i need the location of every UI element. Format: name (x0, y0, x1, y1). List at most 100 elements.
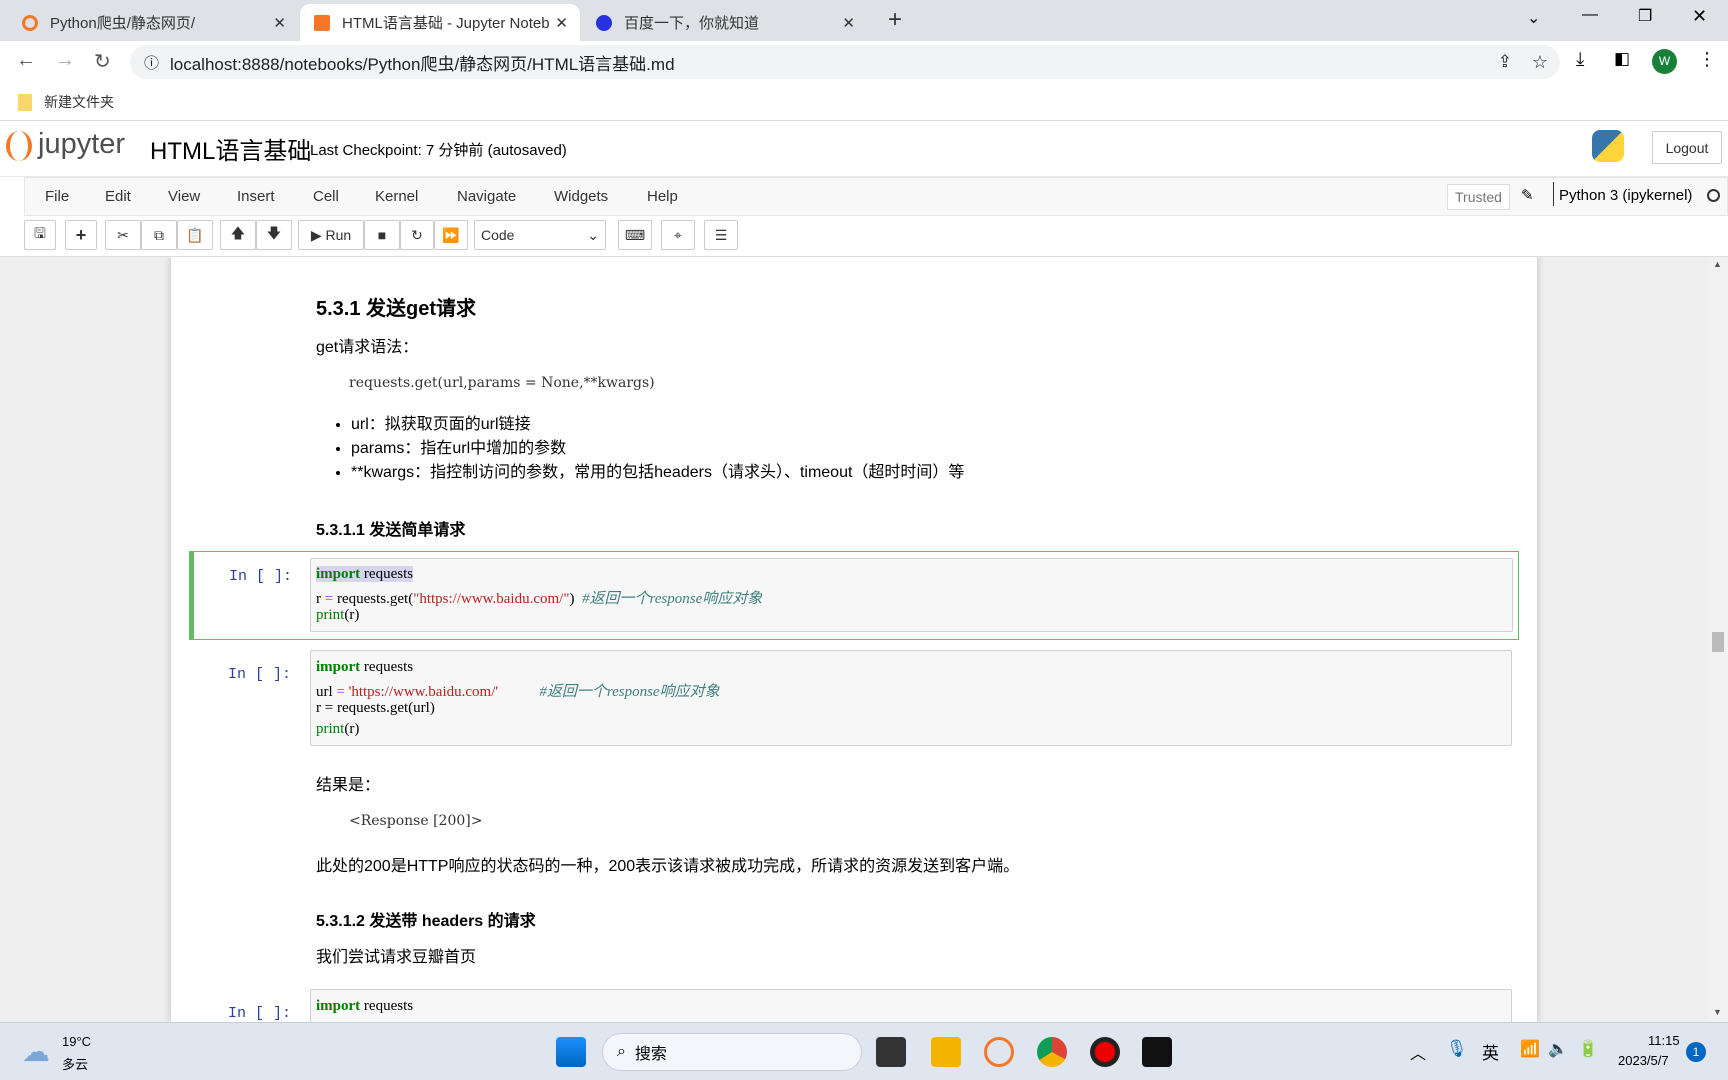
menu-widgets[interactable]: Widgets (554, 188, 608, 205)
notebook-area: 5.3.1 发送get请求 get请求语法： requests.get(url,… (0, 257, 1708, 1022)
recorder-icon[interactable] (1090, 1037, 1120, 1067)
back-icon[interactable]: ← (16, 49, 36, 72)
clock-time[interactable]: 11:15 (1648, 1033, 1680, 1048)
code-cell-selected[interactable]: In [ ]: import requests r = requests.get… (189, 551, 1519, 640)
python-logo-icon (1592, 130, 1624, 162)
paste-icon[interactable]: 📋 (177, 220, 213, 250)
menu-icon[interactable]: ⋮ (1698, 49, 1716, 70)
tab-html-notebook[interactable]: HTML语言基础 - Jupyter Noteb ✕ (300, 4, 580, 41)
code-cell[interactable]: In [ ]: import requests (171, 989, 1537, 1022)
cut-icon[interactable]: ✂ (105, 220, 141, 250)
interrupt-icon[interactable]: ■ (364, 220, 400, 250)
address-bar-row: ← → ↻ ⓘ localhost:8888/notebooks/Python爬虫… (0, 41, 1728, 83)
menu-file[interactable]: File (45, 188, 69, 205)
jupyter-logo-icon[interactable] (6, 131, 32, 161)
notebook-title[interactable]: HTML语言基础 (150, 131, 311, 166)
terminal-icon[interactable] (1142, 1037, 1172, 1067)
close-tab-icon[interactable]: ✕ (273, 14, 286, 32)
move-down-icon[interactable]: 🡇 (256, 220, 292, 250)
chrome-icon[interactable] (1037, 1037, 1067, 1067)
tab-label: Python爬虫/静态网页/ (50, 15, 196, 32)
keyboard-icon[interactable]: ⌨ (618, 220, 652, 250)
url-input[interactable]: ⓘ localhost:8888/notebooks/Python爬虫/静态网页/… (130, 45, 1560, 79)
crosshair-icon[interactable]: ⌖ (661, 220, 695, 250)
heading-5-3-1: 5.3.1 发送get请求 (316, 298, 477, 320)
microphone-icon[interactable]: 🎙 (1446, 1039, 1468, 1059)
tab-python-crawler[interactable]: Python爬虫/静态网页/ ✕ (8, 4, 298, 41)
insert-cell-icon[interactable]: + (65, 220, 97, 250)
kernel-name[interactable]: Python 3 (ipykernel) (1559, 187, 1692, 204)
cell-prompt: In [ ]: (228, 666, 292, 683)
close-tab-icon[interactable]: ✕ (842, 14, 855, 32)
restart-run-all-icon[interactable]: ⏩ (434, 220, 468, 250)
menu-edit[interactable]: Edit (105, 188, 131, 205)
checkpoint-status: Last Checkpoint: 7 分钟前 (autosaved) (310, 142, 567, 159)
notification-badge[interactable]: 1 (1686, 1042, 1706, 1062)
search-icon: ⌕ (617, 1043, 635, 1060)
scrollbar[interactable]: ▲ ▼ (1708, 257, 1728, 1022)
code-cell[interactable]: In [ ]: import requests url = 'https://w… (171, 650, 1537, 746)
menu-view[interactable]: View (168, 188, 200, 205)
jupyter-logo-text[interactable]: jupyter (38, 128, 125, 161)
side-panel-icon[interactable]: ◧ (1614, 49, 1630, 69)
forward-icon[interactable]: → (55, 49, 75, 72)
scroll-down-icon[interactable]: ▼ (1713, 1007, 1722, 1017)
menu-insert[interactable]: Insert (237, 188, 275, 205)
minimize-button[interactable]: — (1582, 6, 1598, 24)
code-editor[interactable]: import requests r = requests.get("https:… (310, 558, 1513, 632)
menu-help[interactable]: Help (647, 188, 678, 205)
menu-cell[interactable]: Cell (313, 188, 339, 205)
toc-list-icon[interactable]: ☰ (704, 220, 738, 250)
weather-temp[interactable]: 19°C (62, 1034, 91, 1049)
search-placeholder: 搜索 (634, 1046, 667, 1063)
run-label: Run (325, 227, 352, 243)
menu-kernel[interactable]: Kernel (375, 188, 418, 205)
tray-chevron-up-icon[interactable]: ︿ (1410, 1040, 1426, 1064)
list-item: **kwargs：指控制访问的参数，常用的包括headers（请求头）、time… (351, 461, 964, 485)
menu-navigate[interactable]: Navigate (457, 188, 516, 205)
list-item: params：指在url中增加的参数 (351, 437, 964, 461)
close-tab-icon[interactable]: ✕ (555, 14, 568, 32)
windows-start-icon[interactable] (556, 1037, 586, 1067)
save-icon[interactable]: 🖫 (24, 220, 56, 250)
share-icon[interactable]: ⇪ (1498, 52, 1512, 72)
scroll-up-icon[interactable]: ▲ (1713, 259, 1722, 269)
code-editor[interactable]: import requests url = 'https://www.baidu… (310, 650, 1512, 746)
tab-baidu[interactable]: 百度一下，你就知道 ✕ (582, 4, 867, 41)
clock-date[interactable]: 2023/5/7 (1618, 1053, 1669, 1068)
logout-button[interactable]: Logout (1652, 131, 1722, 164)
browser-tab-bar: Python爬虫/静态网页/ ✕ HTML语言基础 - Jupyter Noteb… (0, 0, 1728, 41)
param-list: url：拟获取页面的url链接 params：指在url中增加的参数 **kwa… (351, 413, 964, 485)
bookmark-star-icon[interactable]: ☆ (1532, 52, 1548, 73)
close-window-button[interactable]: ✕ (1692, 6, 1707, 27)
weather-desc[interactable]: 多云 (62, 1054, 88, 1073)
download-icon[interactable]: ⤓ (1576, 49, 1584, 71)
restart-icon[interactable]: ↻ (400, 220, 434, 250)
move-up-icon[interactable]: 🡅 (220, 220, 256, 250)
volume-icon[interactable]: 🔈 (1548, 1039, 1568, 1059)
copy-icon[interactable]: ⧉ (141, 220, 177, 250)
ime-indicator[interactable]: 英 (1482, 1039, 1499, 1064)
jupyter-header: jupyter HTML语言基础 Last Checkpoint: 7 分钟前 … (0, 121, 1728, 177)
cell-type-select[interactable]: Code ⌄ (474, 220, 606, 250)
tab-search-icon[interactable]: ⌄ (1527, 8, 1540, 28)
battery-icon[interactable]: 🔋 (1578, 1039, 1598, 1059)
profile-avatar[interactable]: W (1652, 49, 1677, 74)
bookmark-folder[interactable]: 新建文件夹 (18, 92, 114, 112)
code-editor[interactable]: import requests (310, 989, 1512, 1022)
edit-pencil-icon[interactable]: ✎ (1521, 186, 1534, 204)
wifi-icon[interactable]: 📶 (1520, 1039, 1540, 1059)
syntax-label: get请求语法： (316, 339, 419, 356)
scrollbar-thumb[interactable] (1712, 632, 1724, 652)
reload-icon[interactable]: ↻ (94, 49, 111, 74)
jupyter-app-icon[interactable] (984, 1037, 1014, 1067)
weather-cloud-icon: ☁ (22, 1036, 50, 1067)
file-explorer-icon[interactable] (931, 1037, 961, 1067)
baidu-icon (596, 14, 612, 31)
task-view-icon[interactable] (876, 1037, 906, 1067)
trusted-indicator[interactable]: Trusted (1447, 184, 1510, 210)
run-button[interactable]: ▶ Run (298, 220, 364, 250)
taskbar-search[interactable]: ⌕ 搜索 (602, 1033, 862, 1071)
restore-button[interactable]: ❐ (1638, 6, 1652, 26)
new-tab-button[interactable]: + (888, 6, 902, 34)
